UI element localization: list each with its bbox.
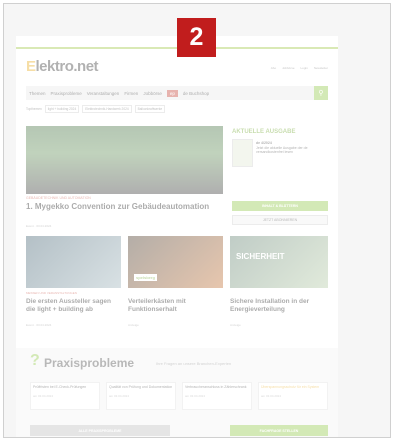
spelsberg-logo: spelsberg	[134, 274, 157, 281]
praxis-item-date: am 03.04.2024	[185, 393, 206, 398]
card-category: MESSEN UND VERANSTALTUNGEN	[26, 291, 77, 295]
nav-item[interactable]: Themen	[29, 91, 46, 96]
praxis-item[interactable]: Verbraucheranschluss in Zählerschrank am…	[182, 382, 252, 410]
praxis-item[interactable]: Überspannungsschutz für ein System am 03…	[258, 382, 328, 410]
tag[interactable]: light + building 2024	[44, 105, 80, 113]
nav-item[interactable]: de Buchshop	[183, 91, 209, 96]
subscribe-button[interactable]: JETZT ABONNIEREN	[232, 215, 328, 225]
praxis-item-date: am 03.04.2024	[33, 393, 54, 398]
card-title[interactable]: Die ersten Aussteller sagen die light + …	[26, 298, 121, 313]
praxis-item-date: am 03.04.2024	[109, 393, 130, 398]
praxis-item-text: Prüffristen bei E-Check-Prüfungen	[33, 385, 87, 389]
current-issue-title: AKTUELLE AUSGABE	[232, 129, 296, 135]
site-logo[interactable]: Elektro.net	[26, 58, 99, 75]
issue-description: Jetzt die aktuelle Ausgabe der de versan…	[256, 145, 308, 155]
hero-image[interactable]	[26, 126, 223, 194]
nav-item[interactable]: Firmen	[124, 91, 138, 96]
issue-number: de 4/2024	[256, 141, 272, 145]
praxis-subtitle: Ihre Fragen an unsere Branchen-Experten	[156, 361, 232, 366]
read-issue-button[interactable]: INHALT & BLÄTTERN	[232, 201, 328, 211]
magazine-cover[interactable]	[232, 139, 253, 167]
tag[interactable]: Elektrotechnik-Handwerk 2024	[82, 105, 132, 113]
tag[interactable]: Balkonkraftwerke	[134, 105, 166, 113]
card-date: Anzeige	[128, 323, 139, 327]
card-image-text: SICHERHEIT	[236, 252, 285, 261]
card-title[interactable]: Verteilerkästen mit Funktionserhalt	[128, 298, 223, 313]
hero-title[interactable]: 1. Mygekko Convention zur Gebäudeautomat…	[26, 202, 223, 211]
praxis-item[interactable]: Qualität von Prüfung und Dokumentation a…	[106, 382, 176, 410]
nav-highlight[interactable]: ep	[166, 89, 178, 97]
top-link[interactable]: Newsletter	[314, 66, 328, 70]
ask-question-button[interactable]: FACHFRAGE STELLEN	[230, 425, 328, 436]
website-page: Elektro.net Abo Jobbörse Login Newslette…	[16, 36, 338, 437]
top-link[interactable]: Login	[300, 66, 307, 70]
hero-category: GEBÄUDETECHNIK UND AUTOMATION	[26, 196, 91, 200]
card-date: Anzeige	[230, 323, 241, 327]
top-link[interactable]: Jobbörse	[282, 66, 294, 70]
card-image[interactable]: SICHERHEIT	[230, 236, 328, 288]
card-title[interactable]: Sichere Installation in der Energieverte…	[230, 298, 325, 313]
card-date: Event · 03.04.2024	[26, 323, 52, 327]
all-praxis-button[interactable]: ALLE PRAXISPROBLEME	[30, 425, 170, 436]
current-issue-text: de 4/2024 Jetzt die aktuelle Ausgabe der…	[256, 141, 326, 155]
praxis-item-date: am 03.04.2024	[261, 393, 282, 398]
praxis-item-text: Qualität von Prüfung und Dokumentation	[109, 385, 173, 389]
topic-tags: Topthemen light + building 2024 Elektrot…	[26, 105, 166, 113]
praxis-item-text: Verbraucheranschluss in Zählerschrank	[185, 385, 247, 389]
praxis-item-text: Überspannungsschutz für ein System	[261, 385, 320, 389]
hero-date: Event · 03.04.2024	[26, 224, 52, 228]
nav-item[interactable]: Praxisprobleme	[51, 91, 82, 96]
tags-label: Topthemen	[26, 107, 42, 111]
search-icon[interactable]: ⚲	[314, 86, 328, 100]
card-image[interactable]	[26, 236, 121, 288]
praxis-item[interactable]: Prüffristen bei E-Check-Prüfungen am 03.…	[30, 382, 100, 410]
praxis-title: Praxisprobleme	[44, 356, 135, 370]
nav-item[interactable]: Jobbörse	[143, 91, 162, 96]
nav-item[interactable]: Veranstaltungen	[87, 91, 120, 96]
top-link[interactable]: Abo	[271, 66, 276, 70]
question-icon: ?	[30, 352, 40, 369]
main-nav: Themen Praxisprobleme Veranstaltungen Fi…	[26, 86, 328, 100]
top-links: Abo Jobbörse Login Newsletter	[271, 66, 328, 70]
step-badge: 2	[177, 18, 216, 57]
browser-frame: Elektro.net Abo Jobbörse Login Newslette…	[3, 3, 391, 438]
